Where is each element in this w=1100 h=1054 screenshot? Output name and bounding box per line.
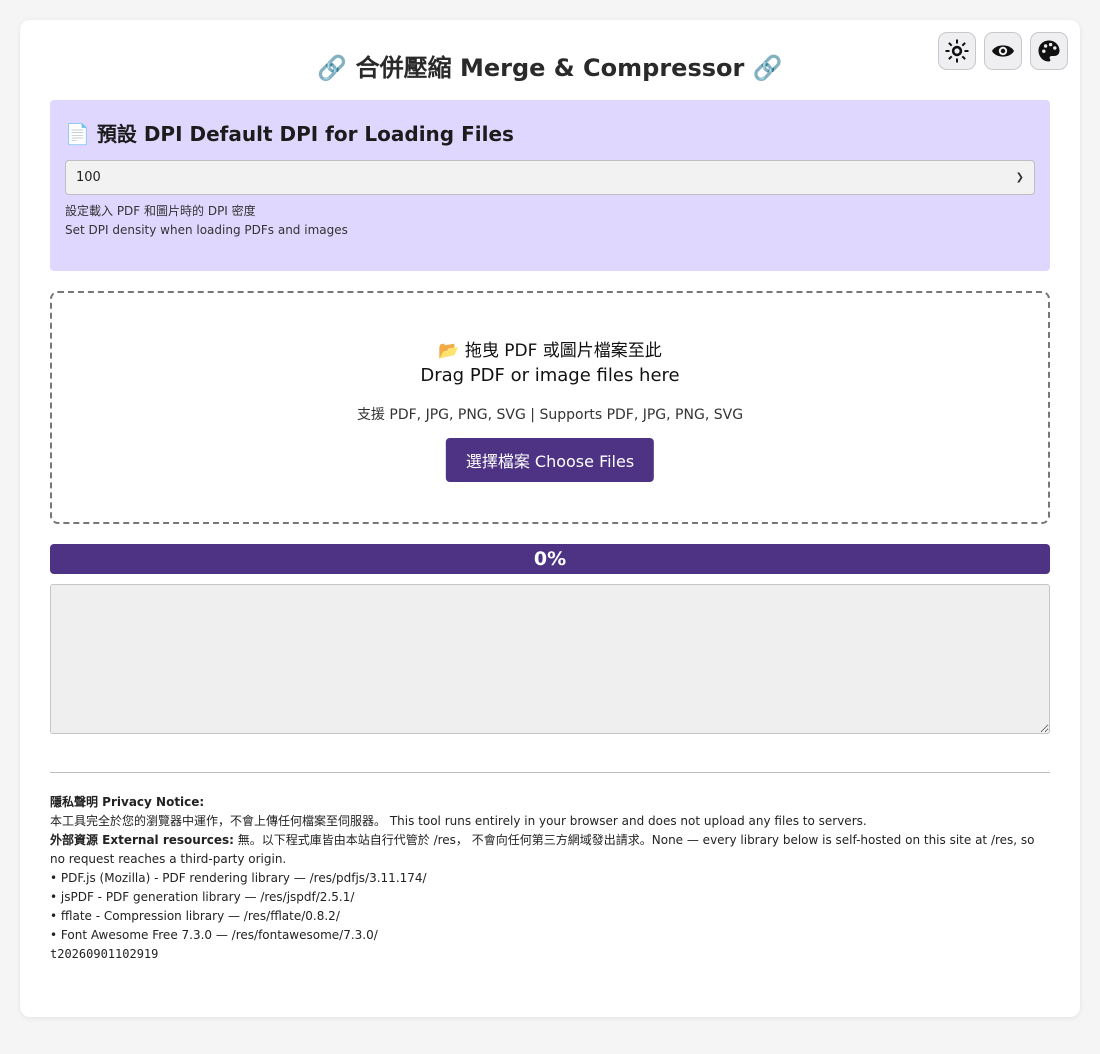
build-id: t20260901102919 xyxy=(50,947,159,961)
dropzone-instruction-en: Drag PDF or image files here xyxy=(420,365,680,386)
library-item-pdfjs: • PDF.js (Mozilla) - PDF rendering libra… xyxy=(50,871,427,885)
page-title: 🔗 合併壓縮 Merge & Compressor 🔗 xyxy=(317,54,783,82)
choose-files-button[interactable]: 選擇檔案 Choose Files xyxy=(445,438,655,482)
divider xyxy=(50,772,1050,773)
progress-label: 0% xyxy=(533,548,567,570)
privacy-label: 隱私聲明 Privacy Notice: xyxy=(50,795,205,809)
supported-formats-text: 支援 PDF, JPG, PNG, SVG | Supports PDF, JP… xyxy=(356,407,744,423)
library-item-fflate: • fflate - Compression library — /res/ff… xyxy=(50,909,340,923)
chevron-down-icon: ❯ xyxy=(1015,172,1024,183)
dpi-help-zh: 設定載入 PDF 和圖片時的 DPI 密度 xyxy=(65,204,256,218)
privacy-notice: 隱私聲明 Privacy Notice: 本工具完全於您的瀏覽器中運作，不會上傳… xyxy=(50,793,1050,964)
dpi-selected-value: 100 xyxy=(76,170,101,185)
privacy-text: 本工具完全於您的瀏覽器中運作，不會上傳任何檔案至伺服器。 This tool r… xyxy=(50,814,867,828)
file-dropzone[interactable]: 📂 拖曳 PDF 或圖片檔案至此 Drag PDF or image files… xyxy=(50,291,1050,524)
dropzone-instruction-zh: 📂 拖曳 PDF 或圖片檔案至此 xyxy=(438,341,662,361)
library-item-fontawesome: • Font Awesome Free 7.3.0 — /res/fontawe… xyxy=(50,928,378,942)
dpi-help-text: 設定載入 PDF 和圖片時的 DPI 密度 Set DPI density wh… xyxy=(65,202,1035,240)
dpi-select[interactable]: 100 ❯ xyxy=(65,160,1035,195)
dpi-heading: 📄 預設 DPI Default DPI for Loading Files xyxy=(65,122,514,146)
dpi-help-en: Set DPI density when loading PDFs and im… xyxy=(65,223,348,237)
log-output[interactable] xyxy=(50,584,1050,734)
dpi-settings-panel: 📄 預設 DPI Default DPI for Loading Files 1… xyxy=(50,100,1050,271)
external-resources-label: 外部資源 External resources: xyxy=(50,833,234,847)
progress-bar: 0% xyxy=(50,544,1050,574)
library-item-jspdf: • jsPDF - PDF generation library — /res/… xyxy=(50,890,355,904)
